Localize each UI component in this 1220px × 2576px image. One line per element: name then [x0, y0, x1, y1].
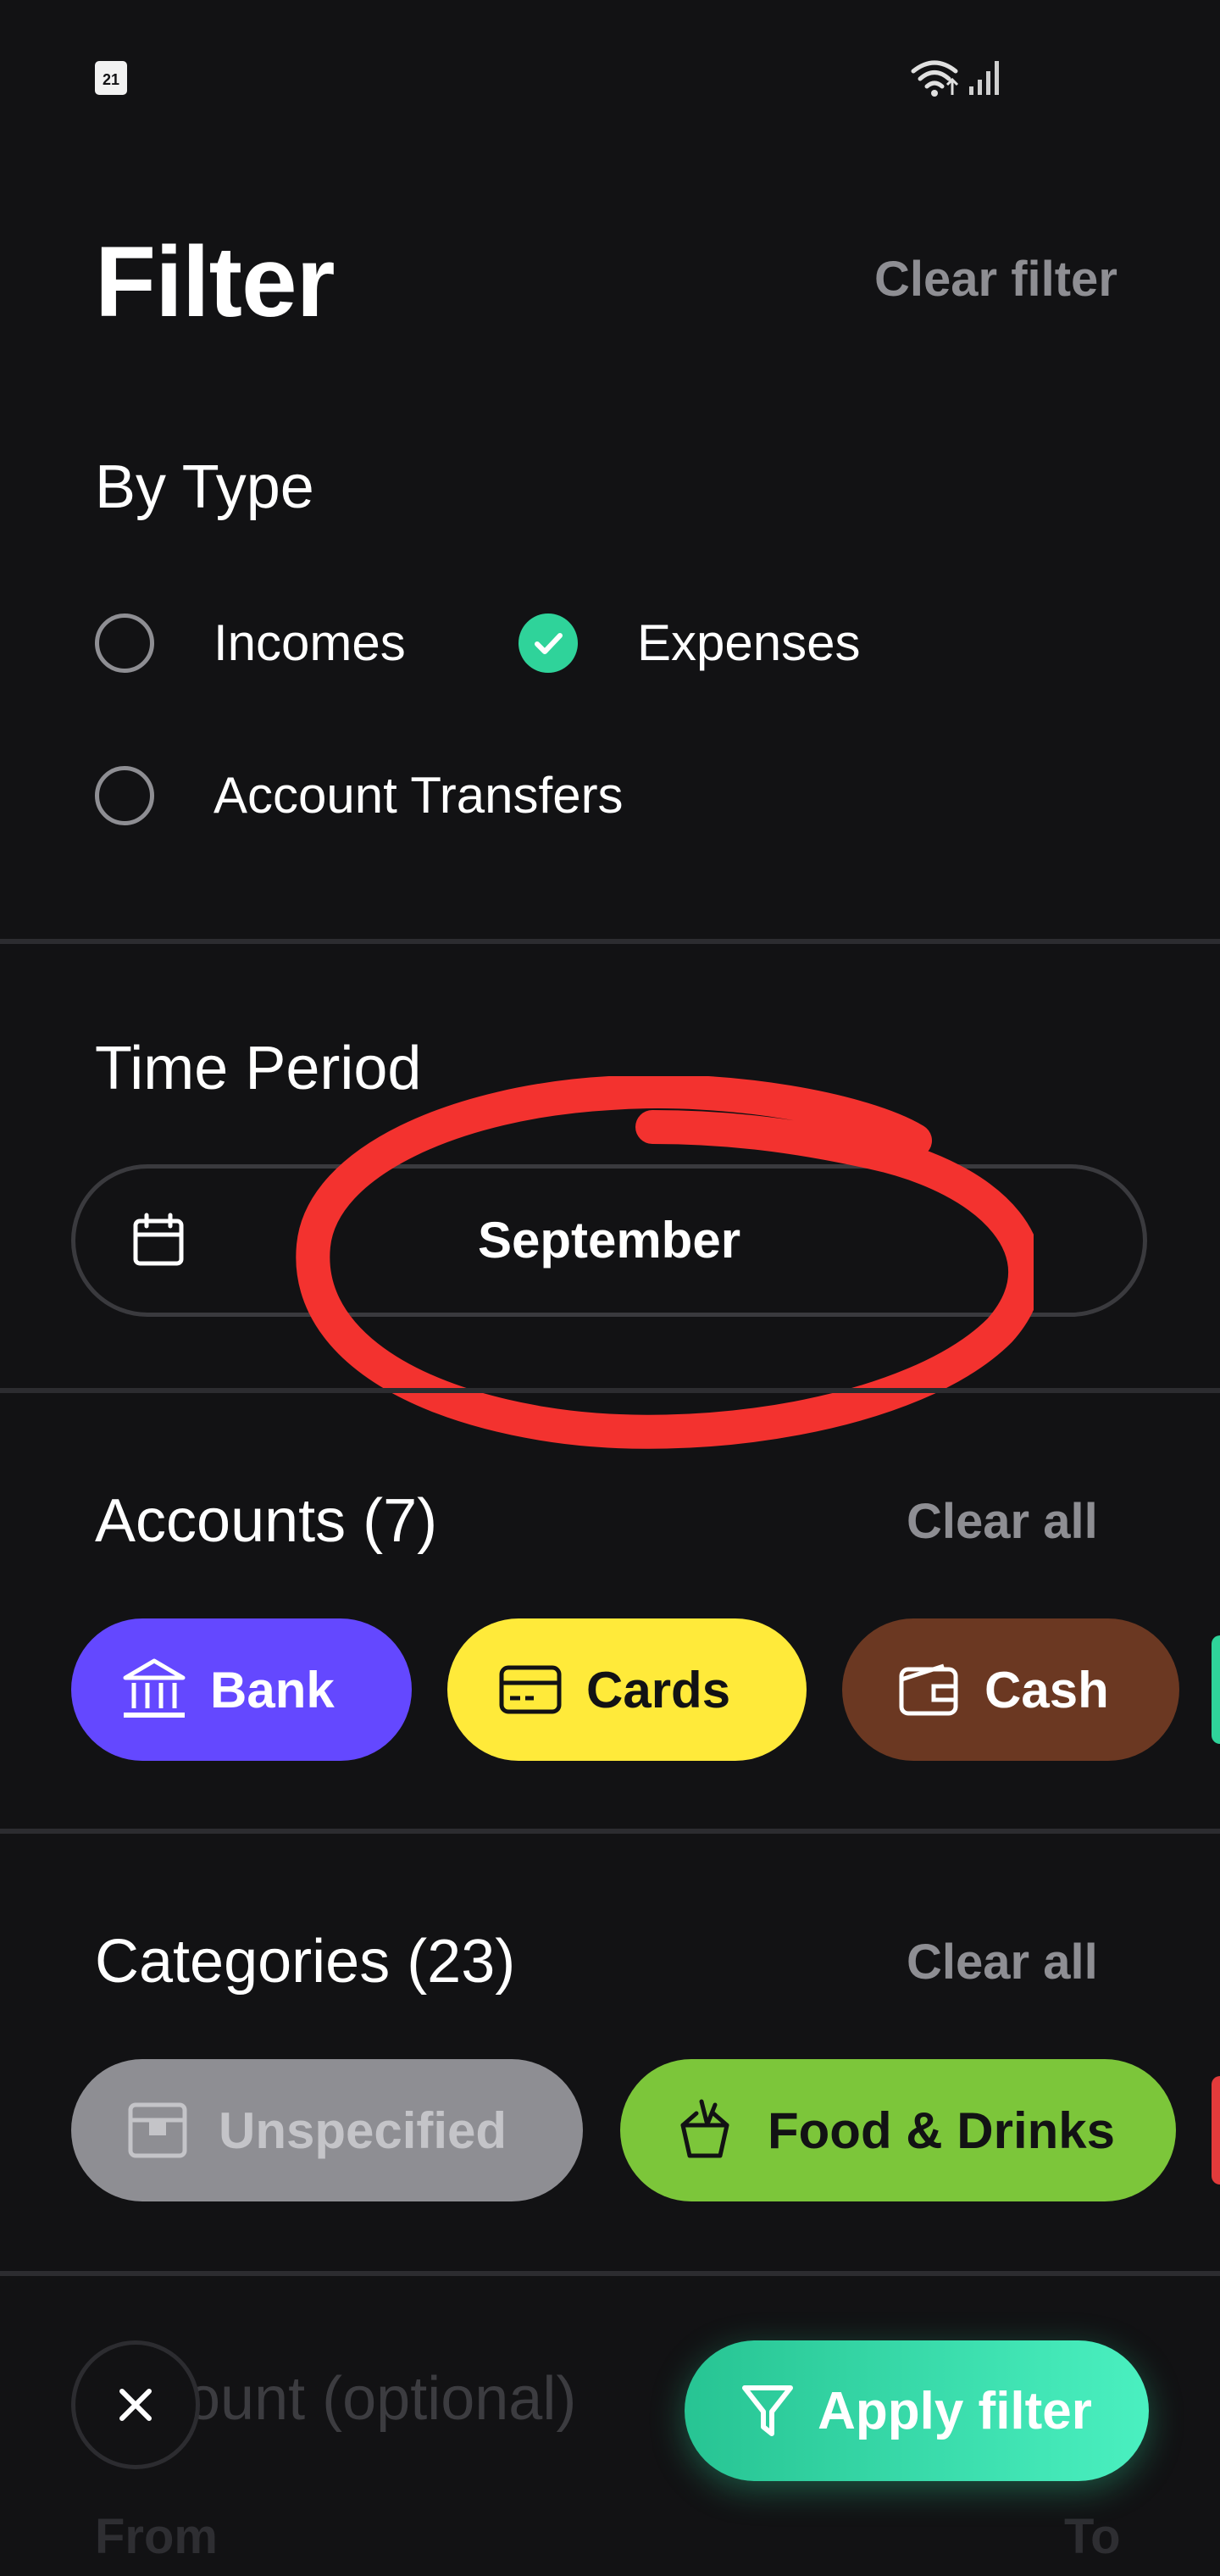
radio-account-transfers-label[interactable]: Account Transfers	[214, 766, 624, 825]
category-chip-label: Food & Drinks	[768, 2101, 1116, 2159]
account-chip-cash[interactable]: Cash	[842, 1618, 1179, 1761]
divider	[0, 939, 1220, 944]
category-chip-label: Unspecified	[219, 2101, 507, 2159]
by-type-title: By Type	[95, 453, 314, 521]
radio-incomes[interactable]	[95, 613, 154, 673]
divider	[0, 1829, 1220, 1834]
credit-card-icon	[499, 1665, 562, 1714]
account-chip-bank[interactable]: Bank	[71, 1618, 412, 1761]
divider	[0, 2271, 1220, 2276]
annotation-circle	[296, 1076, 1034, 1449]
takeout-box-icon	[680, 2099, 729, 2158]
clear-filter-button[interactable]: Clear filter	[874, 251, 1117, 308]
close-button[interactable]	[71, 2340, 200, 2469]
amount-from-label: From	[95, 2509, 218, 2564]
category-chip-partial[interactable]	[1212, 2076, 1220, 2185]
wifi-icon	[911, 60, 959, 97]
wallet-icon	[899, 1663, 958, 1716]
accounts-clear-all-button[interactable]: Clear all	[907, 1493, 1098, 1550]
calendar-status-icon: 21	[95, 61, 127, 95]
categories-title: Categories (23)	[95, 1928, 516, 1996]
divider	[0, 1388, 1220, 1393]
apply-filter-label: Apply filter	[818, 2381, 1092, 2440]
category-chip-food-drinks[interactable]: Food & Drinks	[620, 2059, 1176, 2201]
category-chip-unspecified[interactable]: Unspecified	[71, 2059, 583, 2201]
accounts-title: Accounts (7)	[95, 1487, 438, 1555]
close-icon	[119, 2389, 152, 2421]
page-title: Filter	[95, 226, 335, 338]
categories-clear-all-button[interactable]: Clear all	[907, 1934, 1098, 1990]
radio-unchecked-icon	[95, 613, 154, 673]
signal-icon	[969, 61, 999, 95]
radio-account-transfers[interactable]	[95, 766, 154, 825]
account-chip-label: Bank	[210, 1661, 335, 1718]
account-chip-label: Cards	[586, 1661, 731, 1718]
account-chip-cards[interactable]: Cards	[447, 1618, 807, 1761]
account-chip-label: Cash	[984, 1661, 1109, 1718]
account-chip-partial[interactable]	[1212, 1635, 1220, 1744]
radio-expenses[interactable]	[518, 613, 578, 673]
box-icon	[128, 2102, 187, 2158]
radio-unchecked-icon	[95, 766, 154, 825]
bank-icon	[123, 1658, 186, 1718]
amount-to-label: To	[1064, 2509, 1121, 2564]
radio-incomes-label[interactable]: Incomes	[214, 613, 406, 673]
checkmark-icon	[518, 613, 578, 673]
filter-icon	[742, 2385, 794, 2436]
apply-filter-button[interactable]: Apply filter	[685, 2340, 1149, 2481]
radio-expenses-label[interactable]: Expenses	[637, 613, 861, 673]
